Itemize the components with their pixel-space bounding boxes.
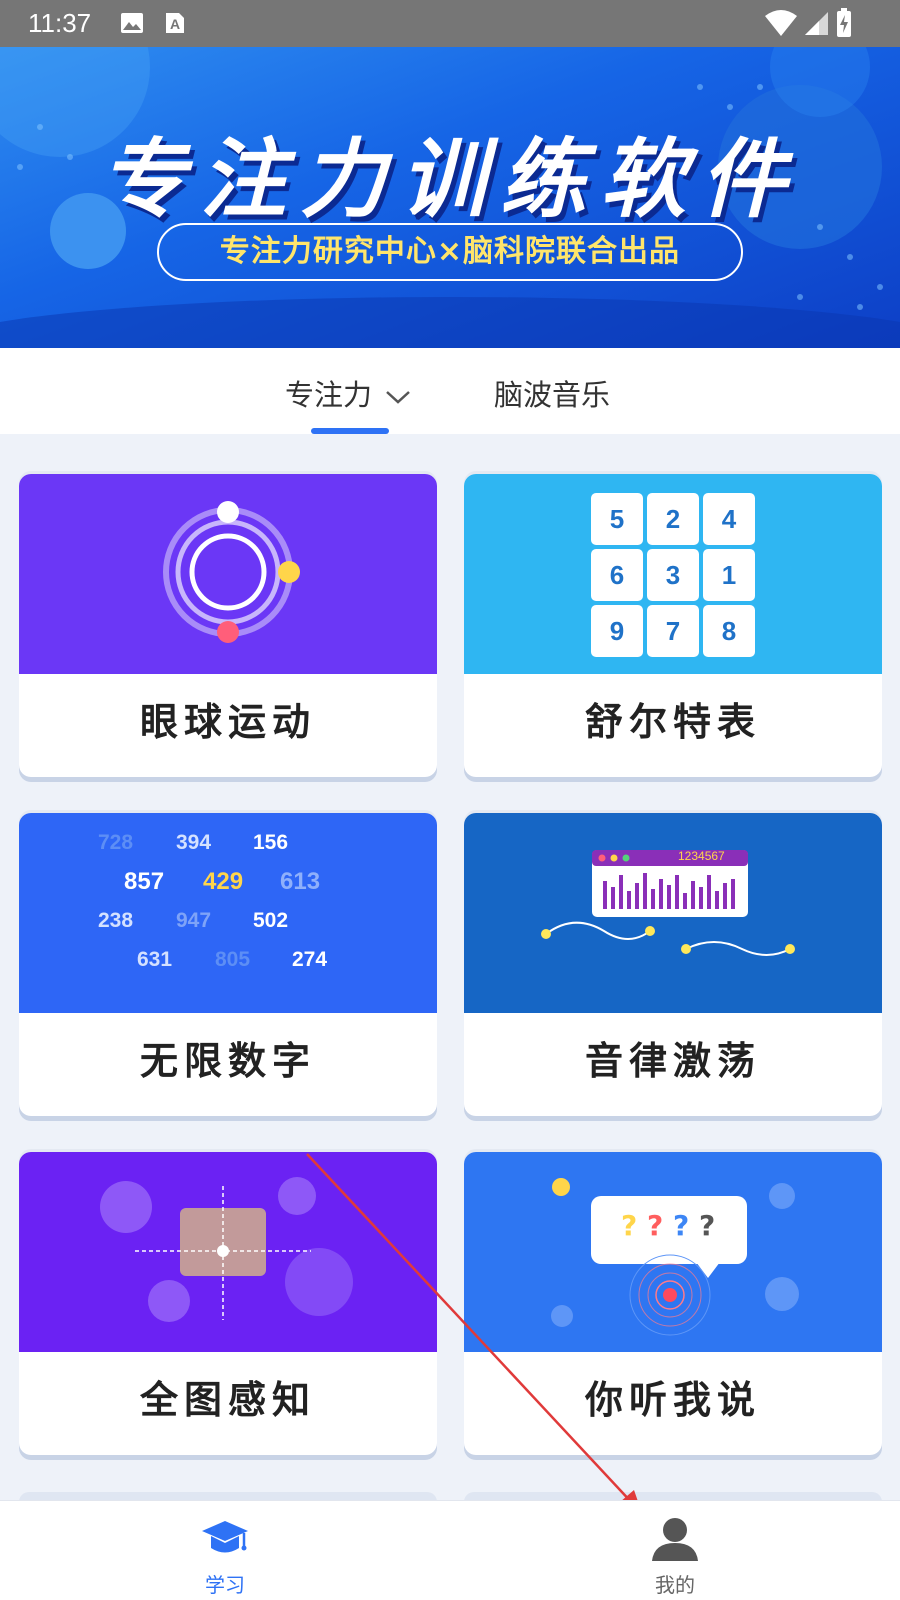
battery-charging-icon <box>837 8 851 37</box>
number-text: 805 <box>215 948 251 971</box>
nav-mine-label: 我的 <box>655 1573 695 1597</box>
bottom-navigation: 学习 我的 <box>0 1500 900 1600</box>
grid-cell: 6 <box>591 549 643 601</box>
banner-title: 专注力训练软件 <box>100 130 800 230</box>
tab-brainwave-music-label: 脑波音乐 <box>494 378 611 412</box>
card-rhythm-surge[interactable]: 1234567 音律激荡 <box>464 813 882 1116</box>
wifi-icon <box>765 10 797 36</box>
grid-cell: 2 <box>647 493 699 545</box>
tab-focus-label: 专注力 <box>285 378 373 412</box>
signal-icon <box>805 12 828 35</box>
active-tab-indicator <box>311 428 389 434</box>
tab-brainwave-music[interactable]: 脑波音乐 <box>494 372 610 414</box>
grid-cell: 4 <box>703 493 755 545</box>
number-text: 631 <box>137 948 173 971</box>
crosshair-focus-icon <box>19 1152 437 1352</box>
grid-cell: 5 <box>591 493 643 545</box>
card-you-listen-i-speak[interactable]: ? ? ? ? 你听我说 <box>464 1152 882 1455</box>
nav-study[interactable]: 学习 <box>165 1501 285 1600</box>
question-mark: ? <box>647 1209 664 1242</box>
number-text: 156 <box>253 831 289 854</box>
nav-mine[interactable]: 我的 <box>615 1501 735 1600</box>
graduation-cap-icon <box>202 1521 248 1553</box>
card-whole-picture-perception[interactable]: 全图感知 <box>19 1152 437 1455</box>
grid-cell: 1 <box>703 549 755 601</box>
audio-waveform-icon: 1234567 <box>464 813 882 1013</box>
grid-cell: 9 <box>591 605 643 657</box>
chevron-down-icon[interactable] <box>385 389 411 405</box>
card-eye-movement[interactable]: 眼球运动 <box>19 474 437 777</box>
speech-bubble-icon: ? ? ? ? <box>464 1152 882 1352</box>
window-caption: 1234567 <box>678 849 725 863</box>
number-text: 274 <box>292 948 328 971</box>
status-time: 11:37 <box>28 8 92 38</box>
status-bar: 11:37 A <box>0 0 900 47</box>
question-mark: ? <box>673 1209 690 1242</box>
text-a-icon: A <box>166 13 184 33</box>
user-profile-icon <box>652 1518 698 1561</box>
hero-banner: 专注力训练软件 专注力研究中心×脑科院联合出品 <box>0 47 900 348</box>
number-text: 429 <box>203 868 244 895</box>
question-mark: ? <box>621 1209 638 1242</box>
category-tabs: 专注力 脑波音乐 <box>0 348 900 434</box>
tab-focus[interactable]: 专注力 <box>285 372 411 414</box>
number-text: 613 <box>280 868 321 895</box>
eye-orbit-icon <box>19 474 437 674</box>
image-icon <box>121 13 143 33</box>
number-grid-icon: 5 2 4 6 3 1 9 7 8 <box>464 474 882 674</box>
number-text: 857 <box>124 868 165 895</box>
card-label: 舒尔特表 <box>584 700 761 744</box>
card-label: 音律激荡 <box>584 1039 761 1083</box>
card-label: 全图感知 <box>139 1378 316 1422</box>
card-label: 无限数字 <box>139 1039 316 1083</box>
number-text: 947 <box>176 909 212 932</box>
question-mark: ? <box>699 1209 716 1242</box>
card-schulte-table[interactable]: 5 2 4 6 3 1 9 7 8 舒尔特表 <box>464 474 882 777</box>
card-label: 眼球运动 <box>139 700 316 744</box>
banner-subtitle: 专注力研究中心×脑科院联合出品 <box>157 223 743 281</box>
svg-text:A: A <box>170 16 180 32</box>
grid-cell: 8 <box>703 605 755 657</box>
card-infinite-numbers[interactable]: 728 394 156 857 429 613 238 947 502 631 … <box>19 813 437 1116</box>
number-text: 728 <box>98 831 134 854</box>
nav-study-label: 学习 <box>205 1573 245 1597</box>
card-label: 你听我说 <box>584 1378 761 1422</box>
number-text: 502 <box>253 909 289 932</box>
number-text: 238 <box>98 909 134 932</box>
grid-cell: 7 <box>647 605 699 657</box>
number-text: 394 <box>176 831 212 854</box>
grid-cell: 3 <box>647 549 699 601</box>
number-cloud-icon: 728 394 156 857 429 613 238 947 502 631 … <box>19 813 437 1013</box>
